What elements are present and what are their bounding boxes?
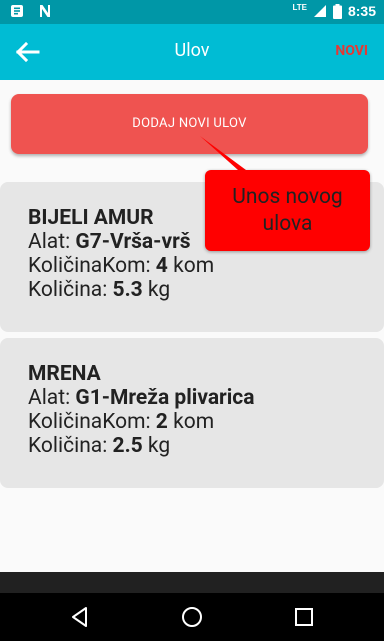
signal-icon bbox=[313, 5, 326, 17]
recents-icon[interactable] bbox=[292, 605, 316, 629]
lte-label: LTE bbox=[292, 2, 307, 12]
tool-line: Alat: G1-Mreža plivarica bbox=[28, 386, 255, 410]
status-bar: LTE 8:35 bbox=[0, 0, 384, 24]
home-icon[interactable] bbox=[180, 605, 204, 629]
notification-icon bbox=[11, 5, 23, 17]
piece-count-line: KoličinaKom: 4 kom bbox=[28, 254, 215, 278]
catch-card[interactable]: MRENA Alat: G1-Mreža plivarica KoličinaK… bbox=[0, 338, 384, 488]
add-catch-button[interactable]: DODAJ NOVI ULOV bbox=[11, 94, 368, 154]
n-app-icon bbox=[40, 5, 50, 17]
weight-line: Količina: 2.5 kg bbox=[28, 434, 171, 458]
novi-button[interactable]: NOVI bbox=[335, 43, 368, 59]
fish-name: MRENA bbox=[28, 362, 101, 386]
bottom-strip bbox=[0, 572, 384, 593]
piece-count-line: KoličinaKom: 2 kom bbox=[28, 410, 215, 434]
system-nav-bar bbox=[0, 593, 384, 641]
page-title: Ulov bbox=[174, 40, 210, 61]
tooltip-bubble: Unos novog ulova bbox=[205, 170, 370, 251]
app-bar: Ulov NOVI bbox=[0, 24, 384, 80]
status-time: 8:35 bbox=[347, 3, 376, 19]
battery-icon bbox=[332, 3, 342, 19]
back-icon[interactable] bbox=[68, 605, 92, 629]
weight-line: Količina: 5.3 kg bbox=[28, 278, 171, 302]
